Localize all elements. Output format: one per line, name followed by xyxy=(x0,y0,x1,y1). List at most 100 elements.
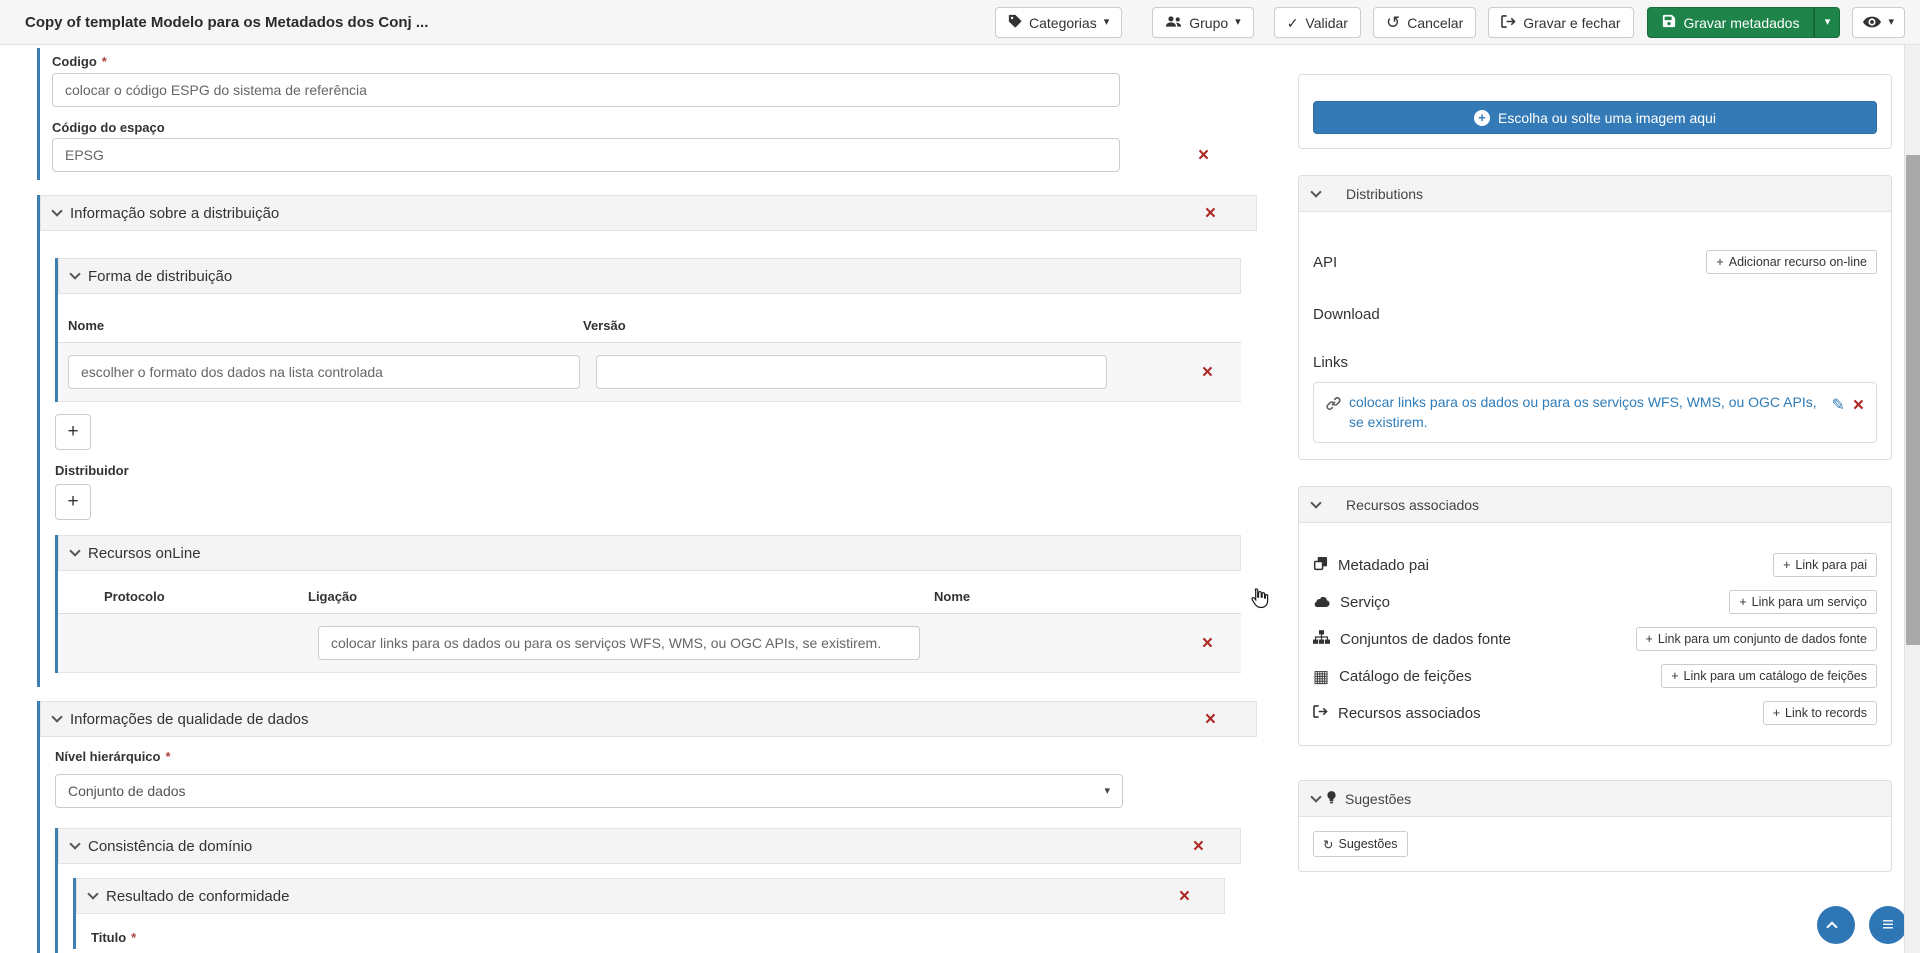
choose-image-button[interactable]: + Escolha ou solte uma imagem aqui xyxy=(1313,101,1877,134)
associated-resources-header[interactable]: Recursos associados xyxy=(1299,487,1891,523)
lightbulb-icon xyxy=(1326,790,1337,808)
associated-resources-title: Recursos associados xyxy=(1346,497,1479,513)
view-options-button[interactable]: ▾ xyxy=(1852,7,1905,38)
ligacao-input[interactable] xyxy=(318,626,920,660)
validar-label: Validar xyxy=(1305,15,1348,31)
codigo-label: Codigo* xyxy=(52,54,1257,69)
codigo-espaco-input[interactable] xyxy=(52,138,1120,172)
forma-table-header: Nome Versão xyxy=(58,294,1241,343)
api-row: API + Adicionar recurso on-line xyxy=(1313,250,1877,274)
section-menu-button[interactable]: ≡ xyxy=(1869,906,1907,944)
consistencia-body: Resultado de conformidade × Titulo* xyxy=(58,864,1241,953)
recursos-online-header[interactable]: Recursos onLine xyxy=(58,535,1241,571)
add-online-resource-button[interactable]: + Adicionar recurso on-line xyxy=(1706,250,1877,274)
choose-image-label: Escolha ou solte uma imagem aqui xyxy=(1498,110,1716,126)
cancelar-button[interactable]: ↺ Cancelar xyxy=(1373,7,1476,38)
refresh-icon: ↻ xyxy=(1323,837,1333,852)
consistencia-header[interactable]: Consistência de domínio × xyxy=(58,828,1241,864)
codigo-input[interactable] xyxy=(52,73,1120,107)
sugestoes-button-label: Sugestões xyxy=(1338,837,1397,851)
caret-down-icon: ▾ xyxy=(1825,17,1831,28)
col-protocolo-header: Protocolo xyxy=(58,589,308,604)
page-title: Copy of template Modelo para os Metadado… xyxy=(25,14,428,31)
link-to-records-button[interactable]: + Link to records xyxy=(1763,701,1877,725)
recursos-online-title: Recursos onLine xyxy=(88,545,201,562)
remove-qualidade-icon[interactable]: × xyxy=(1205,710,1216,729)
sugestoes-card: Sugestões ↻ Sugestões xyxy=(1298,780,1892,872)
plus-circle-icon: + xyxy=(1474,110,1490,126)
gravar-metadados-caret-button[interactable]: ▾ xyxy=(1814,7,1840,38)
chevron-down-icon xyxy=(87,888,98,899)
grupo-label: Grupo xyxy=(1189,15,1228,31)
cancelar-label: Cancelar xyxy=(1407,15,1463,31)
toolbar-buttons: Categorias ▾ Grupo ▾ ✓ Validar ↺ Cancela… xyxy=(995,7,1905,38)
caret-down-icon: ▾ xyxy=(1104,786,1110,797)
link-para-servico-button[interactable]: + Link para um serviço xyxy=(1729,590,1877,614)
qualidade-section-header[interactable]: Informações de qualidade de dados × xyxy=(40,701,1257,737)
edit-link-icon[interactable]: ✎ xyxy=(1831,395,1844,415)
resultado-title: Resultado de conformidade xyxy=(106,888,289,905)
required-marker: * xyxy=(102,54,107,69)
metadado-pai-row: Metadado pai + Link para pai xyxy=(1313,553,1877,577)
plus-icon: + xyxy=(1739,595,1746,609)
chevron-down-icon xyxy=(1310,497,1321,508)
plus-icon: + xyxy=(1773,706,1780,720)
gravar-e-fechar-button[interactable]: Gravar e fechar xyxy=(1488,7,1633,38)
clone-icon xyxy=(1313,556,1328,575)
link-icon xyxy=(1326,396,1341,414)
sugestoes-header[interactable]: Sugestões xyxy=(1299,781,1891,817)
distribuicao-section-header[interactable]: Informação sobre a distribuição × xyxy=(40,195,1257,231)
nivel-hierarquico-label: Nível hierárquico* xyxy=(55,749,1257,764)
tag-icon xyxy=(1008,14,1022,31)
gravar-metadados-button[interactable]: Gravar metadados xyxy=(1647,7,1815,38)
sugestoes-button[interactable]: ↻ Sugestões xyxy=(1313,831,1408,857)
remove-link-icon[interactable]: × xyxy=(1853,396,1864,415)
remove-resultado-icon[interactable]: × xyxy=(1179,887,1190,906)
forma-distribuicao-subsection: Forma de distribuição Nome Versão × xyxy=(55,258,1241,402)
distribuicao-section-title: Informação sobre a distribuição xyxy=(70,205,279,222)
sugestoes-title: Sugestões xyxy=(1345,791,1411,807)
validar-button[interactable]: ✓ Validar xyxy=(1274,7,1361,38)
forma-nome-input[interactable] xyxy=(68,355,580,389)
conjuntos-fonte-label: Conjuntos de dados fonte xyxy=(1340,631,1511,648)
link-para-pai-button[interactable]: + Link para pai xyxy=(1773,553,1877,577)
chevron-down-icon xyxy=(1310,791,1321,802)
forma-versao-input[interactable] xyxy=(596,355,1107,389)
add-forma-button[interactable]: + xyxy=(55,414,91,450)
reference-system-fields: Codigo* Código do espaço × xyxy=(37,48,1257,180)
link-conjunto-fonte-button[interactable]: + Link para um conjunto de dados fonte xyxy=(1636,627,1878,651)
col-nome-header: Nome xyxy=(934,589,970,604)
categorias-button[interactable]: Categorias ▾ xyxy=(995,7,1122,38)
link-para-pai-label: Link para pai xyxy=(1795,558,1867,572)
remove-forma-row-icon[interactable]: × xyxy=(1202,363,1213,382)
resource-link[interactable]: colocar links para os dados ou para os s… xyxy=(1349,393,1823,432)
save-icon xyxy=(1662,14,1676,31)
metadata-editor-page: Copy of template Modelo para os Metadado… xyxy=(0,0,1920,953)
nivel-hierarquico-select[interactable]: Conjunto de dados ▾ xyxy=(55,774,1123,808)
add-distribuidor-button[interactable]: + xyxy=(55,484,91,520)
grupo-button[interactable]: Grupo ▾ xyxy=(1152,7,1253,38)
plus-icon: + xyxy=(1783,558,1790,572)
links-label: Links xyxy=(1313,354,1348,371)
remove-distribuicao-icon[interactable]: × xyxy=(1205,204,1216,223)
recursos-associados-row: Recursos associados + Link to records xyxy=(1313,701,1877,725)
col-versao-header: Versão xyxy=(583,318,626,333)
vertical-scrollbar[interactable] xyxy=(1904,45,1920,953)
link-catalogo-feicoes-button[interactable]: + Link para um catálogo de feições xyxy=(1661,664,1877,688)
resultado-header[interactable]: Resultado de conformidade × xyxy=(76,878,1225,914)
plus-icon: + xyxy=(1716,255,1723,269)
chevron-down-icon xyxy=(51,711,62,722)
side-panel: + Escolha ou solte uma imagem aqui Distr… xyxy=(1298,74,1892,872)
distributions-header[interactable]: Distributions xyxy=(1299,176,1891,212)
users-icon xyxy=(1165,15,1182,31)
forma-distribuicao-header[interactable]: Forma de distribuição xyxy=(58,258,1241,294)
scrollbar-thumb[interactable] xyxy=(1906,155,1920,645)
remove-codigo-espaco-icon[interactable]: × xyxy=(1198,146,1209,165)
add-online-resource-label: Adicionar recurso on-line xyxy=(1729,255,1867,269)
remove-recursos-online-row-icon[interactable]: × xyxy=(1202,634,1213,653)
scroll-to-top-button[interactable] xyxy=(1817,906,1855,944)
table-icon: ▦ xyxy=(1313,668,1329,685)
link-catalogo-feicoes-label: Link para um catálogo de feições xyxy=(1684,669,1867,683)
remove-consistencia-icon[interactable]: × xyxy=(1193,837,1204,856)
distribuidor-label: Distribuidor xyxy=(55,463,1257,478)
